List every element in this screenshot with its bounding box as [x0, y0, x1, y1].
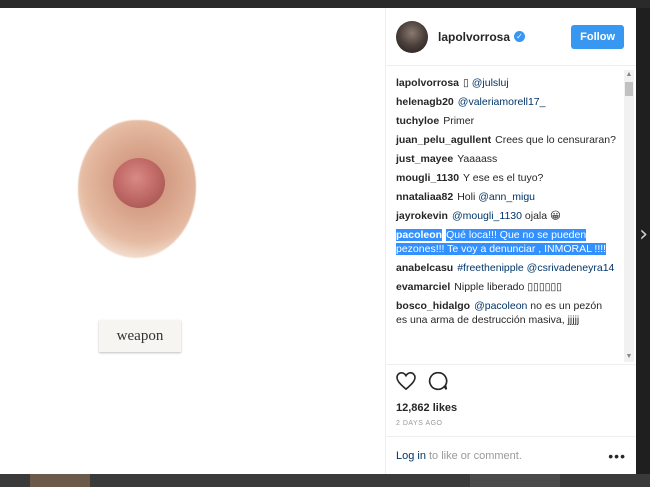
comment-author[interactable]: bosco_hidalgo [396, 300, 470, 312]
post-timestamp: 2 DAYS AGO [396, 420, 443, 427]
follow-button[interactable]: Follow [571, 24, 624, 49]
verified-icon: ✓ [514, 31, 526, 42]
avatar[interactable] [396, 20, 428, 53]
comment-text: Primer [443, 115, 475, 127]
comment-author[interactable]: helenagb20 [396, 96, 454, 108]
comment-item: helenagb20 @valeriamorell17_ [396, 95, 616, 109]
backdrop-thumbnail [470, 474, 560, 487]
comment-author[interactable]: anabelcasu [396, 262, 453, 274]
post-side-panel: lapolvorrosa ✓ Follow lapolvorrosa ▯ @jul… [386, 8, 636, 474]
scroll-down-icon[interactable]: ▼ [624, 352, 634, 362]
scroll-thumb[interactable] [625, 82, 633, 96]
comment-author[interactable]: jayrokevin [396, 210, 448, 222]
comment-author[interactable]: tuchyloe [396, 115, 439, 127]
comment-mention[interactable]: #freethenipple @csrivadeneyra14 [457, 262, 614, 274]
post-image[interactable]: weapon [0, 8, 386, 474]
scroll-up-icon[interactable]: ▲ [624, 70, 634, 80]
comment-text: Nipple liberado ▯▯▯▯▯▯ [454, 281, 562, 293]
comment-author[interactable]: just_mayee [396, 153, 453, 165]
post-actions: 12,862 likes 2 DAYS AGO [386, 364, 636, 427]
comment-author[interactable]: mougli_1130 [396, 172, 459, 184]
login-link[interactable]: Log in [396, 450, 426, 462]
comment-text: Crees que lo censuraran? [495, 134, 616, 146]
author-username[interactable]: lapolvorrosa [438, 30, 510, 44]
comment-author[interactable]: pacoleon [396, 229, 443, 241]
page-backdrop-top [0, 0, 650, 8]
image-caption-label: weapon [99, 320, 181, 352]
comment-list[interactable]: lapolvorrosa ▯ @julsluj helenagb20 @valeri… [386, 66, 636, 362]
comment-author[interactable]: lapolvorrosa [396, 77, 459, 89]
comment-author[interactable]: nnataliaa82 [396, 191, 453, 203]
comment-icon[interactable] [428, 371, 448, 396]
backdrop-thumbnail [30, 474, 90, 487]
comment-mention[interactable]: @valeriamorell17_ [458, 96, 546, 108]
comment-mention[interactable]: @julsluj [472, 77, 509, 89]
comment-author[interactable]: evamarciel [396, 281, 450, 293]
comment-item: jayrokevin @mougli_1130 ojala 😀 [396, 209, 616, 223]
comment-item: bosco_hidalgo @pacoleon no es un pezón es… [396, 299, 616, 327]
comment-author[interactable]: juan_pelu_agullent [396, 134, 491, 146]
comment-item: juan_pelu_agullent Crees que lo censurara… [396, 133, 616, 147]
comment-item: evamarciel Nipple liberado ▯▯▯▯▯▯ [396, 280, 616, 294]
comment-emoji: ▯ [463, 77, 472, 89]
comment-item: nnataliaa82 Holi @ann_migu [396, 190, 616, 204]
comment-text: Holi [457, 191, 476, 203]
comment-item: pacoleon Qué loca!!! Que no se pueden pez… [396, 228, 616, 256]
login-prompt-text: to like or comment. [428, 449, 522, 462]
comment-item: lapolvorrosa ▯ @julsluj [396, 76, 616, 90]
post-header: lapolvorrosa ✓ Follow [386, 8, 636, 66]
image-nipple [113, 158, 165, 208]
like-count[interactable]: 12,862 likes [396, 402, 626, 414]
comment-item: anabelcasu #freethenipple @csrivadeneyra1… [396, 261, 616, 275]
comment-text: Yaaaass [457, 153, 498, 165]
comment-scrollbar[interactable]: ▲ ▼ [624, 70, 634, 362]
post-modal: weapon lapolvorrosa ✓ Follow lapolvorros… [0, 8, 636, 474]
more-icon[interactable]: ••• [608, 448, 626, 464]
comment-item: mougli_1130 Y ese es el tuyo? [396, 171, 616, 185]
comment-mention[interactable]: @pacoleon [474, 300, 527, 312]
heart-icon[interactable] [396, 371, 416, 395]
chevron-right-icon[interactable]: › [639, 222, 648, 247]
comment-mention[interactable]: @ann_migu [478, 191, 535, 203]
comment-text: ojala 😀 [524, 210, 561, 222]
comment-footer: Log in to like or comment. ••• [386, 436, 636, 474]
comment-item: tuchyloe Primer [396, 114, 616, 128]
comment-item: just_mayee Yaaaass [396, 152, 616, 166]
comment-mention[interactable]: @mougli_1130 [452, 210, 522, 222]
comment-text: Y ese es el tuyo? [463, 172, 544, 184]
